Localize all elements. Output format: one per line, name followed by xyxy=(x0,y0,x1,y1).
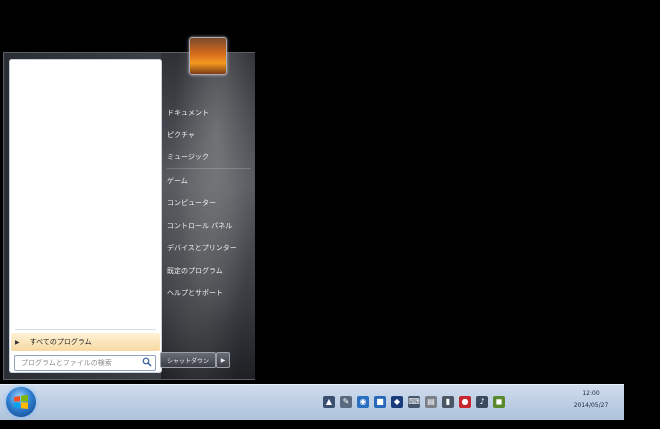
notification-area: ▲ ✎ ◉ ■ ◆ ⌨ ▤ ▮ ● ♪ ◼ xyxy=(323,388,505,416)
display-icon[interactable]: ■ xyxy=(374,396,386,408)
computer-link[interactable]: コンピューター xyxy=(167,198,216,208)
pen-icon[interactable]: ✎ xyxy=(340,396,352,408)
games-link[interactable]: ゲーム xyxy=(167,176,188,186)
help-support-link[interactable]: ヘルプとサポート xyxy=(167,288,223,298)
volume-icon[interactable]: ♪ xyxy=(476,396,488,408)
show-hidden-icons-icon[interactable]: ▲ xyxy=(323,396,335,408)
start-menu: ▶ すべてのプログラム プログラムとファイルの検索 xyxy=(3,52,255,380)
user-picture[interactable] xyxy=(189,37,227,75)
taskbar xyxy=(0,384,624,420)
search-placeholder: プログラムとファイルの検索 xyxy=(21,359,112,367)
keyboard-icon[interactable]: ⌨ xyxy=(408,396,420,408)
clock-time: 12:00 xyxy=(582,390,600,397)
clock[interactable]: 12:00 2014/05/27 xyxy=(560,388,622,416)
clock-date: 2014/05/27 xyxy=(573,402,609,409)
antivirus-icon[interactable]: ● xyxy=(459,396,471,408)
right-separator xyxy=(167,168,251,169)
program-pane: ▶ すべてのプログラム プログラムとファイルの検索 xyxy=(9,59,162,373)
document-icon[interactable]: ▤ xyxy=(425,396,437,408)
devices-printers-link[interactable]: デバイスとプリンター xyxy=(167,243,237,253)
start-button[interactable] xyxy=(6,387,36,417)
shield-icon[interactable]: ◆ xyxy=(391,396,403,408)
documents-link[interactable]: ドキュメント xyxy=(167,108,209,118)
network-icon[interactable]: ◉ xyxy=(357,396,369,408)
app-icon[interactable]: ◼ xyxy=(493,396,505,408)
all-programs-button[interactable]: ▶ すべてのプログラム xyxy=(11,333,160,351)
search-icon[interactable] xyxy=(142,357,152,367)
program-list xyxy=(9,59,162,327)
control-panel-link[interactable]: コントロール パネル xyxy=(167,221,232,231)
music-link[interactable]: ミュージック xyxy=(167,152,209,162)
shutdown-button[interactable]: シャットダウン xyxy=(160,352,216,368)
windows-logo-icon xyxy=(14,395,28,409)
program-separator xyxy=(15,329,156,330)
search-input[interactable]: プログラムとファイルの検索 xyxy=(14,355,156,371)
shutdown-options-button[interactable]: ▶ xyxy=(216,352,230,368)
all-programs-label: すべてのプログラム xyxy=(29,338,92,346)
battery-icon[interactable]: ▮ xyxy=(442,396,454,408)
default-programs-link[interactable]: 既定のプログラム xyxy=(167,266,223,276)
start-menu-background xyxy=(161,53,255,379)
pictures-link[interactable]: ピクチャ xyxy=(167,130,195,140)
right-arrow-icon: ▶ xyxy=(15,338,20,346)
